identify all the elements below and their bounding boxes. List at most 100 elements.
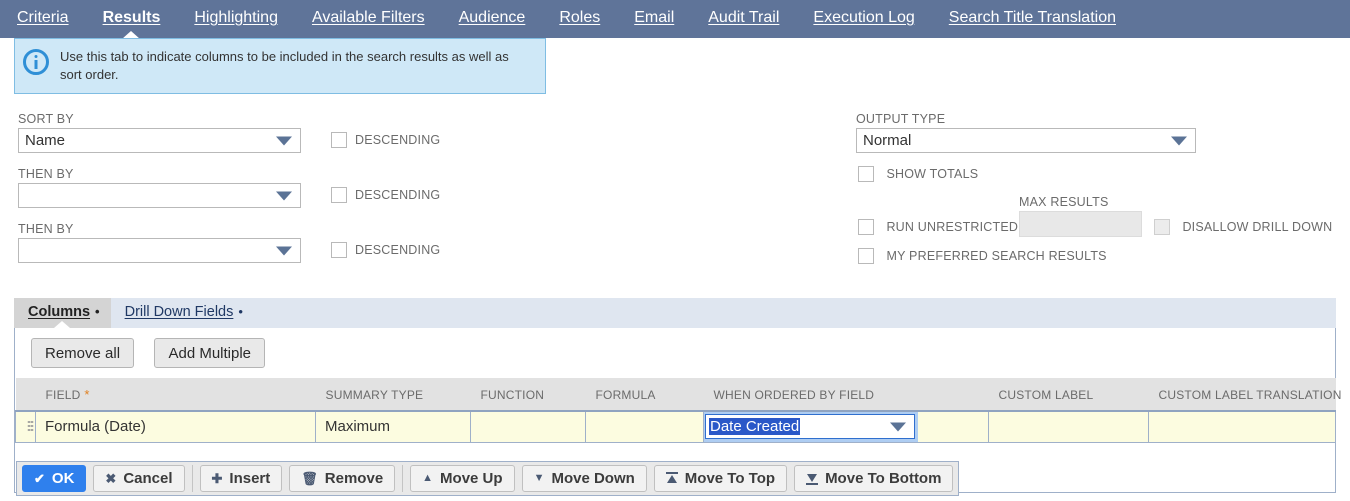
add-multiple-button[interactable]: Add Multiple	[154, 338, 266, 368]
then-by-2-descending-group: DESCENDING	[331, 242, 440, 258]
then-by-2-group: THEN BY DESCENDING	[18, 222, 440, 263]
then-by-1-descending-checkbox[interactable]	[331, 187, 347, 203]
move-up-button[interactable]: ▲ Move Up	[410, 465, 515, 492]
chevron-down-icon	[1171, 136, 1187, 145]
tab-execution-log[interactable]: Execution Log	[796, 0, 931, 38]
show-totals-checkbox[interactable]	[858, 165, 874, 182]
table-row[interactable]: Formula (Date) Maximum Date Created	[15, 411, 1336, 443]
column-header-label: FUNCTION	[480, 387, 545, 402]
cell-when-ordered-by-field[interactable]: Date Created	[703, 411, 989, 443]
tab-label: Search Title Translation	[948, 9, 1116, 26]
tab-email[interactable]: Email	[617, 0, 691, 38]
sort-by-descending-checkbox[interactable]	[331, 132, 347, 148]
button-label: Move To Bottom	[825, 470, 942, 487]
table-header-row: FIELD * SUMMARY TYPE FUNCTION FORMULA WHEN O…	[15, 378, 1341, 412]
sublist-tab-columns[interactable]: Columns •	[14, 298, 111, 328]
remove-all-button[interactable]: Remove all	[31, 338, 135, 368]
sublist-tab-drill-down-fields[interactable]: Drill Down Fields •	[111, 298, 254, 328]
cell-custom-label-translation[interactable]	[1148, 411, 1336, 443]
disallow-drill-down-label: DISALLOW DRILL DOWN	[1182, 219, 1333, 234]
sort-by-select[interactable]: Name	[18, 128, 301, 153]
ok-button[interactable]: ✔ OK	[22, 465, 87, 492]
tab-label: Execution Log	[813, 9, 915, 26]
show-totals-label: SHOW TOTALS	[886, 166, 979, 181]
cell-summary-type[interactable]: Maximum	[315, 411, 471, 443]
sublist-tab-label: Columns	[28, 304, 91, 320]
then-by-1-descending-group: DESCENDING	[331, 187, 440, 203]
tab-results[interactable]: Results	[86, 0, 178, 38]
chevron-down-icon	[276, 136, 292, 145]
max-results-input[interactable]	[1019, 211, 1142, 237]
info-banner-text: Use this tab to indicate columns to be i…	[60, 49, 509, 82]
run-unrestricted-label: RUN UNRESTRICTED	[886, 219, 1019, 234]
remove-button[interactable]: 🗑 Remove	[289, 465, 396, 492]
check-icon: ✔	[34, 471, 45, 486]
required-marker-icon: *	[80, 387, 90, 402]
cell-field[interactable]: Formula (Date)	[35, 411, 316, 443]
tab-audit-trail[interactable]: Audit Trail	[691, 0, 796, 38]
button-divider	[402, 465, 404, 492]
run-unrestricted-checkbox[interactable]	[858, 218, 874, 235]
button-divider	[191, 465, 193, 492]
my-preferred-search-results-checkbox[interactable]	[858, 247, 874, 264]
then-by-1-descending-label: DESCENDING	[355, 188, 441, 202]
tab-search-title-translation[interactable]: Search Title Translation	[932, 0, 1133, 38]
tab-label: Criteria	[17, 9, 69, 26]
move-to-bottom-button[interactable]: Move To Bottom	[794, 465, 954, 492]
column-header-summary-type: SUMMARY TYPE	[315, 378, 471, 412]
main-tab-bar: Criteria Results Highlighting Available Fil…	[0, 0, 1350, 38]
tab-available-filters[interactable]: Available Filters	[295, 0, 442, 38]
button-label: OK	[51, 470, 75, 487]
column-header-function: FUNCTION	[470, 378, 586, 412]
then-by-2-descending-label: DESCENDING	[355, 243, 441, 257]
sublist-tab-bar: Columns • Drill Down Fields •	[14, 298, 1336, 328]
then-by-2-select[interactable]	[18, 238, 301, 263]
cell-value: Formula (Date)	[45, 418, 146, 436]
sort-by-value: Name	[25, 132, 66, 149]
cell-value: Maximum	[325, 418, 391, 436]
row-drag-handle[interactable]	[15, 411, 36, 443]
chevron-down-icon	[890, 422, 906, 432]
tab-label: Results	[102, 9, 161, 26]
then-by-1-label: THEN BY	[18, 167, 74, 181]
column-header-label: CUSTOM LABEL	[998, 387, 1094, 402]
then-by-2-label: THEN BY	[18, 222, 74, 236]
button-label: Cancel	[123, 470, 173, 487]
when-ordered-by-field-value: Date Created	[709, 418, 801, 436]
cell-custom-label[interactable]	[988, 411, 1149, 443]
cancel-button[interactable]: ✖ Cancel	[93, 465, 185, 492]
tab-criteria[interactable]: Criteria	[0, 0, 86, 38]
tab-label: Available Filters	[311, 9, 425, 26]
info-icon	[23, 49, 49, 75]
cell-formula[interactable]	[585, 411, 704, 443]
then-by-1-group: THEN BY DESCENDING	[18, 167, 440, 208]
drag-handle-icon	[26, 419, 34, 432]
output-type-select[interactable]: Normal	[856, 128, 1196, 153]
my-preferred-search-results-group: MY PREFERRED SEARCH RESULTS	[858, 247, 1107, 265]
insert-button[interactable]: ✚ Insert	[199, 465, 283, 492]
max-results-label: MAX RESULTS	[1019, 195, 1109, 209]
close-icon: ✖	[105, 471, 117, 486]
then-by-2-descending-checkbox[interactable]	[331, 242, 347, 258]
column-header-label: FORMULA	[595, 387, 656, 402]
move-to-top-button[interactable]: Move To Top	[653, 465, 788, 492]
arrow-up-icon: ▲	[422, 472, 434, 484]
then-by-1-select[interactable]	[18, 183, 301, 208]
run-unrestricted-group: RUN UNRESTRICTED	[858, 218, 1018, 236]
chevron-down-icon	[276, 191, 292, 200]
when-ordered-by-field-select[interactable]: Date Created	[704, 411, 918, 441]
column-header-label: WHEN ORDERED BY FIELD	[713, 387, 875, 402]
tab-audience[interactable]: Audience	[442, 0, 543, 38]
output-type-group: OUTPUT TYPE Normal	[856, 112, 1196, 153]
cell-function[interactable]	[470, 411, 586, 443]
arrow-to-top-icon	[665, 472, 678, 485]
column-header-label: CUSTOM LABEL TRANSLATION	[1158, 387, 1342, 402]
arrow-to-bottom-icon	[806, 472, 819, 485]
results-form: SORT BY Name DESCENDING THEN BY DESCENDI…	[0, 100, 1350, 285]
disallow-drill-down-group: DISALLOW DRILL DOWN	[1154, 218, 1332, 236]
info-banner: Use this tab to indicate columns to be i…	[14, 38, 546, 94]
button-label: Remove	[324, 470, 384, 487]
tab-highlighting[interactable]: Highlighting	[177, 0, 295, 38]
tab-roles[interactable]: Roles	[542, 0, 617, 38]
move-down-button[interactable]: ▼ Move Down	[521, 465, 647, 492]
